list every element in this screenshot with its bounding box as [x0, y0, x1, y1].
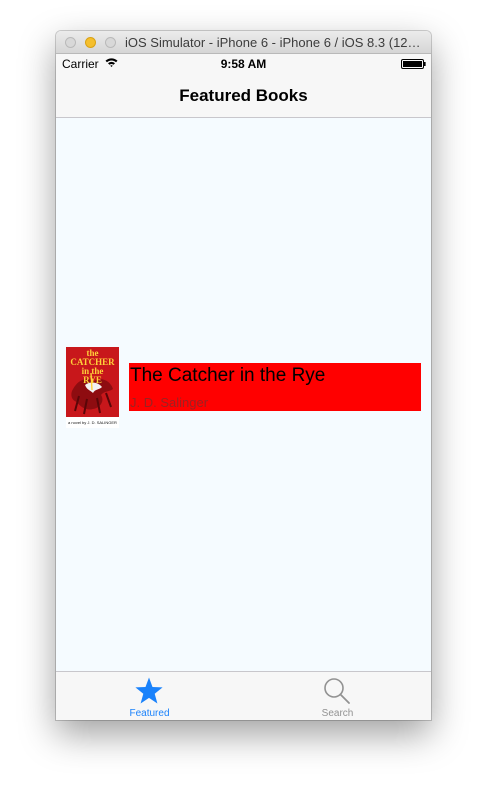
cover-title: the CATCHER in the RYE [68, 349, 117, 385]
tab-featured-label: Featured [129, 708, 170, 719]
book-info-panel: The Catcher in the Rye J. D. Salinger [129, 363, 421, 411]
close-window-button[interactable] [65, 37, 76, 48]
status-time: 9:58 AM [220, 57, 267, 71]
page-title: Featured Books [179, 86, 308, 105]
window-title: iOS Simulator - iPhone 6 - iPhone 6 / iO… [125, 35, 425, 50]
status-bar: Carrier 9:58 AM [56, 54, 431, 74]
zoom-window-button[interactable] [105, 37, 116, 48]
simulator-window: iOS Simulator - iPhone 6 - iPhone 6 / iO… [56, 31, 431, 720]
star-icon [135, 677, 163, 704]
cover-title-line: the CATCHER [70, 348, 115, 367]
cover-title-line: RYE [83, 375, 102, 385]
battery-icon [401, 59, 426, 69]
window-titlebar[interactable]: iOS Simulator - iPhone 6 - iPhone 6 / iO… [56, 31, 431, 54]
book-author: J. D. Salinger [130, 395, 209, 410]
minimize-window-button[interactable] [85, 37, 96, 48]
navigation-bar: Featured Books [56, 74, 431, 118]
tab-search[interactable]: Search [244, 672, 431, 720]
featured-books-list[interactable]: the CATCHER in the RYE a novel by J. D. … [56, 118, 431, 671]
tab-search-label: Search [321, 708, 354, 719]
star-shape [135, 677, 163, 704]
cover-byline: a novel by J. D. SALINGER [66, 417, 119, 428]
tab-bar: Featured Search [56, 671, 431, 720]
book-cover-image: the CATCHER in the RYE a novel by J. D. … [66, 347, 119, 428]
book-cell[interactable]: the CATCHER in the RYE a novel by J. D. … [66, 347, 421, 428]
magnifier-icon [324, 678, 350, 704]
iphone-screen: Carrier 9:58 AM Featured Books the CATCH… [56, 54, 431, 720]
book-title: The Catcher in the Rye [130, 365, 326, 386]
tab-featured[interactable]: Featured [56, 672, 243, 720]
